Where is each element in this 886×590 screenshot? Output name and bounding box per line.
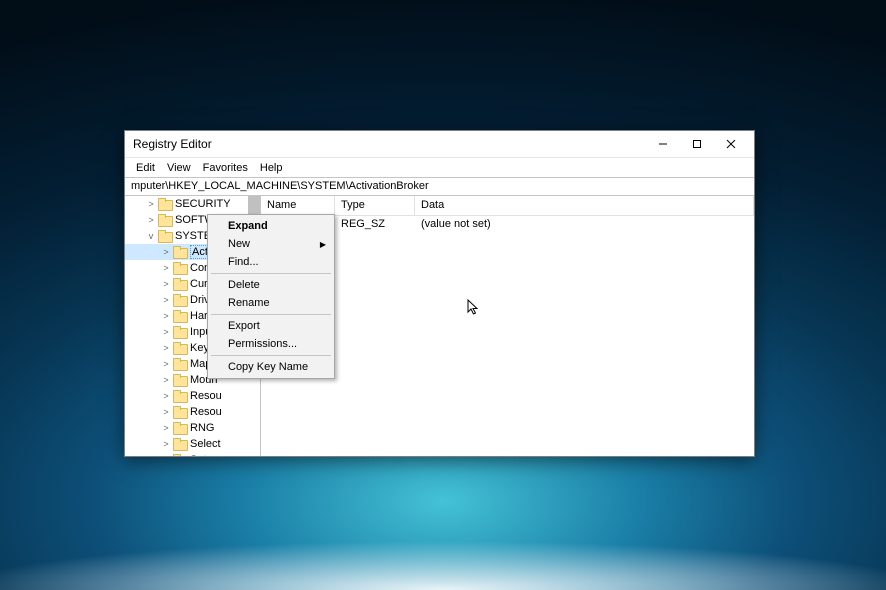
expand-icon[interactable]: > (144, 215, 158, 225)
folder-icon (173, 246, 187, 258)
menu-separator (211, 355, 331, 356)
tree-label: Resou (190, 406, 222, 418)
col-type[interactable]: Type (335, 196, 415, 215)
folder-icon (173, 294, 187, 306)
context-menu-item[interactable]: Rename (210, 294, 332, 312)
folder-icon (173, 310, 187, 322)
col-data[interactable]: Data (415, 196, 754, 215)
menu-separator (211, 314, 331, 315)
tree-node[interactable]: > Select (125, 436, 250, 452)
close-button[interactable] (714, 134, 748, 154)
menu-help[interactable]: Help (255, 160, 288, 176)
folder-icon (158, 230, 172, 242)
folder-icon (173, 278, 187, 290)
folder-icon (158, 198, 172, 210)
tree-label: Setup (190, 454, 219, 456)
context-menu-item[interactable]: Permissions... (210, 335, 332, 353)
value-data: (value not set) (415, 217, 754, 232)
close-icon (726, 139, 736, 149)
expand-icon[interactable]: > (159, 455, 173, 456)
folder-icon (173, 326, 187, 338)
context-menu-item[interactable]: New▶ (210, 235, 332, 253)
window-title: Registry Editor (131, 137, 646, 151)
menubar: Edit View Favorites Help (125, 157, 754, 177)
expand-icon[interactable]: v (144, 231, 158, 241)
expand-icon[interactable]: > (159, 359, 173, 369)
expand-icon[interactable]: > (159, 439, 173, 449)
value-type: REG_SZ (335, 217, 415, 232)
context-menu-item[interactable]: Export (210, 317, 332, 335)
expand-icon[interactable]: > (159, 407, 173, 417)
folder-icon (173, 390, 187, 402)
context-menu-item[interactable]: Find... (210, 253, 332, 271)
expand-icon[interactable]: > (159, 263, 173, 273)
expand-icon[interactable]: > (144, 199, 158, 209)
expand-icon[interactable]: > (159, 375, 173, 385)
menu-view[interactable]: View (162, 160, 196, 176)
expand-icon[interactable]: > (159, 247, 173, 257)
minimize-button[interactable] (646, 134, 680, 154)
tree-node[interactable]: > SECURITY (125, 196, 250, 212)
expand-icon[interactable]: > (159, 343, 173, 353)
maximize-icon (692, 139, 702, 149)
expand-icon[interactable]: > (159, 423, 173, 433)
minimize-icon (658, 139, 668, 149)
expand-icon[interactable]: > (159, 391, 173, 401)
menu-separator (211, 273, 331, 274)
tree-node[interactable]: > Resou (125, 404, 250, 420)
tree-label: Resou (190, 390, 222, 402)
context-menu-item[interactable]: Delete (210, 276, 332, 294)
folder-icon (173, 358, 187, 370)
folder-icon (173, 422, 187, 434)
folder-icon (173, 262, 187, 274)
tree-label: SECURITY (175, 198, 231, 210)
expand-icon[interactable]: > (159, 295, 173, 305)
menu-edit[interactable]: Edit (131, 160, 160, 176)
folder-icon (173, 374, 187, 386)
expand-icon[interactable]: > (159, 311, 173, 321)
expand-icon[interactable]: > (159, 279, 173, 289)
tree-label: Select (190, 438, 221, 450)
address-bar[interactable]: mputer\HKEY_LOCAL_MACHINE\SYSTEM\Activat… (125, 177, 754, 196)
tree-node[interactable]: > Resou (125, 388, 250, 404)
titlebar[interactable]: Registry Editor (125, 131, 754, 157)
submenu-arrow-icon: ▶ (320, 240, 326, 249)
context-menu-item[interactable]: Expand (210, 217, 332, 235)
expand-icon[interactable]: > (159, 327, 173, 337)
tree-label: RNG (190, 422, 214, 434)
maximize-button[interactable] (680, 134, 714, 154)
context-menu-item[interactable]: Copy Key Name (210, 358, 332, 376)
menu-favorites[interactable]: Favorites (198, 160, 253, 176)
col-name[interactable]: Name (261, 196, 335, 215)
folder-icon (173, 438, 187, 450)
folder-icon (173, 342, 187, 354)
folder-icon (173, 406, 187, 418)
tree-node[interactable]: > Setup (125, 452, 250, 456)
context-menu: ExpandNew▶Find... DeleteRename ExportPermi… (207, 214, 335, 379)
column-headers[interactable]: Name Type Data (261, 196, 754, 216)
tree-node[interactable]: > RNG (125, 420, 250, 436)
folder-icon (173, 454, 187, 456)
folder-icon (158, 214, 172, 226)
